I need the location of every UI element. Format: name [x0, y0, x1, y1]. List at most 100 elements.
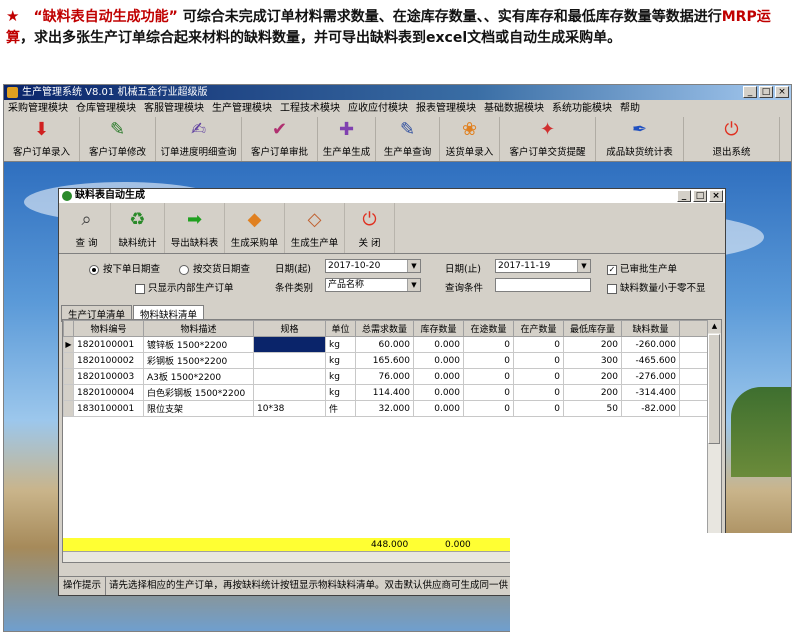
- cell-code[interactable]: 1820100002: [73, 352, 144, 369]
- cell-shortage[interactable]: -82.000: [621, 400, 680, 417]
- column-header[interactable]: 缺料数量: [621, 320, 680, 337]
- generate-purchase-button[interactable]: ◆ 生成采购单: [225, 203, 285, 253]
- menu-basic-data[interactable]: 基础数据模块: [480, 100, 548, 117]
- export-shortage-button[interactable]: ➡ 导出缺料表: [165, 203, 225, 253]
- delivery-entry-button[interactable]: ❀ 送货单录入: [440, 117, 500, 161]
- column-header[interactable]: 库存数量: [413, 320, 464, 337]
- maximize-button[interactable]: □: [759, 86, 773, 98]
- table-row[interactable]: ▶ 1820100001 镀锌板 1500*2200 kg 60.000 0.0…: [63, 336, 710, 353]
- delivery-reminder-button[interactable]: ✦ 客户订单交货提醒: [500, 117, 596, 161]
- cell-min-stock[interactable]: 200: [563, 368, 622, 385]
- cell-inprod[interactable]: 0: [513, 336, 564, 353]
- cell-unit[interactable]: 件: [325, 400, 356, 417]
- cell-shortage[interactable]: -465.600: [621, 352, 680, 369]
- cell-unit[interactable]: kg: [325, 368, 356, 385]
- hide-negative-checkbox[interactable]: 缺料数量小于零不显: [607, 280, 706, 294]
- cell-spec[interactable]: [253, 352, 326, 369]
- scroll-up-icon[interactable]: ▲: [708, 320, 721, 333]
- query-condition-input[interactable]: [495, 278, 591, 292]
- cell-transit[interactable]: 0: [463, 336, 514, 353]
- cell-desc[interactable]: 镀锌板 1500*2200: [143, 336, 254, 353]
- table-row[interactable]: 1820100002 彩钢板 1500*2200 kg 165.600 0.00…: [63, 352, 710, 369]
- shortage-stats-button[interactable]: ♻ 缺料统计: [111, 203, 165, 253]
- order-date-radio[interactable]: 按下单日期查: [89, 261, 160, 275]
- cell-demand[interactable]: 76.000: [355, 368, 414, 385]
- cell-min-stock[interactable]: 200: [563, 384, 622, 401]
- menu-reports[interactable]: 报表管理模块: [412, 100, 480, 117]
- generate-production-button[interactable]: ◇ 生成生产单: [285, 203, 345, 253]
- cell-code[interactable]: 1830100001: [73, 400, 144, 417]
- menu-production[interactable]: 生产管理模块: [208, 100, 276, 117]
- production-generate-button[interactable]: ✚ 生产单生成: [318, 117, 376, 161]
- cell-stock[interactable]: 0.000: [413, 336, 464, 353]
- cell-code[interactable]: 1820100004: [73, 384, 144, 401]
- cell-stock[interactable]: 0.000: [413, 352, 464, 369]
- cell-transit[interactable]: 0: [463, 400, 514, 417]
- exit-system-button[interactable]: ⏻ 退出系统: [684, 117, 780, 161]
- column-header[interactable]: 最低库存量: [563, 320, 622, 337]
- table-row[interactable]: 1830100001 限位支架 10*38 件 32.000 0.000 0 0…: [63, 400, 710, 417]
- order-edit-button[interactable]: ✎ 客户订单修改: [80, 117, 156, 161]
- internal-only-checkbox[interactable]: 只显示内部生产订单: [135, 280, 234, 294]
- column-header[interactable]: 在途数量: [463, 320, 514, 337]
- table-row[interactable]: 1820100004 白色彩钢板 1500*2200 kg 114.400 0.…: [63, 384, 710, 401]
- cell-demand[interactable]: 165.600: [355, 352, 414, 369]
- menu-purchase[interactable]: 采购管理模块: [4, 100, 72, 117]
- cell-stock[interactable]: 0.000: [413, 384, 464, 401]
- cell-unit[interactable]: kg: [325, 336, 356, 353]
- column-header[interactable]: 单位: [325, 320, 356, 337]
- cell-stock[interactable]: 0.000: [413, 400, 464, 417]
- cell-min-stock[interactable]: 200: [563, 336, 622, 353]
- column-header[interactable]: 总需求数量: [355, 320, 414, 337]
- scroll-thumb[interactable]: [708, 334, 720, 444]
- cell-min-stock[interactable]: 50: [563, 400, 622, 417]
- menu-help[interactable]: 帮助: [616, 100, 644, 117]
- date-to-field[interactable]: 2017-11-19 ▼: [495, 259, 591, 273]
- category-select[interactable]: 产品名称 ▼: [325, 278, 421, 292]
- cell-shortage[interactable]: -314.400: [621, 384, 680, 401]
- table-row[interactable]: 1820100003 A3板 1500*2200 kg 76.000 0.000…: [63, 368, 710, 385]
- cell-desc[interactable]: 限位支架: [143, 400, 254, 417]
- cell-spec[interactable]: [253, 368, 326, 385]
- menu-customer-service[interactable]: 客服管理模块: [140, 100, 208, 117]
- cell-inprod[interactable]: 0: [513, 368, 564, 385]
- stockout-stats-button[interactable]: ✒ 成品缺货统计表: [596, 117, 684, 161]
- cell-unit[interactable]: kg: [325, 352, 356, 369]
- production-query-button[interactable]: ✎ 生产单查询: [376, 117, 440, 161]
- cell-desc[interactable]: 彩钢板 1500*2200: [143, 352, 254, 369]
- menu-engineering[interactable]: 工程技术模块: [276, 100, 344, 117]
- cell-shortage[interactable]: -260.000: [621, 336, 680, 353]
- menu-warehouse[interactable]: 仓库管理模块: [72, 100, 140, 117]
- close-window-button[interactable]: ⏻ 关 闭: [345, 203, 395, 253]
- order-entry-button[interactable]: ⬇ 客户订单录入: [4, 117, 80, 161]
- cell-desc[interactable]: A3板 1500*2200: [143, 368, 254, 385]
- cell-transit[interactable]: 0: [463, 352, 514, 369]
- menu-system[interactable]: 系统功能模块: [548, 100, 616, 117]
- cell-unit[interactable]: kg: [325, 384, 356, 401]
- child-minimize-button[interactable]: _: [677, 190, 691, 202]
- cell-code[interactable]: 1820100001: [73, 336, 144, 353]
- column-header[interactable]: 物料描述: [143, 320, 254, 337]
- cell-spec[interactable]: [253, 384, 326, 401]
- cell-demand[interactable]: 32.000: [355, 400, 414, 417]
- menu-receivables[interactable]: 应收应付模块: [344, 100, 412, 117]
- cell-shortage[interactable]: -276.000: [621, 368, 680, 385]
- close-button[interactable]: ×: [775, 86, 789, 98]
- cell-stock[interactable]: 0.000: [413, 368, 464, 385]
- column-header[interactable]: 在产数量: [513, 320, 564, 337]
- cell-inprod[interactable]: 0: [513, 352, 564, 369]
- cell-demand[interactable]: 114.400: [355, 384, 414, 401]
- cell-spec[interactable]: 10*38: [253, 400, 326, 417]
- order-progress-button[interactable]: ✍ 订单进度明细查询: [156, 117, 242, 161]
- cell-inprod[interactable]: 0: [513, 384, 564, 401]
- cell-min-stock[interactable]: 300: [563, 352, 622, 369]
- cell-transit[interactable]: 0: [463, 368, 514, 385]
- cell-inprod[interactable]: 0: [513, 400, 564, 417]
- cell-spec-selected[interactable]: [253, 336, 326, 353]
- vertical-scrollbar[interactable]: ▲: [707, 320, 721, 560]
- delivery-date-radio[interactable]: 按交货日期查: [179, 261, 250, 275]
- cell-code[interactable]: 1820100003: [73, 368, 144, 385]
- query-button[interactable]: ⌕ 查 询: [63, 203, 111, 253]
- cell-desc[interactable]: 白色彩钢板 1500*2200: [143, 384, 254, 401]
- order-approve-button[interactable]: ✔ 客户订单审批: [242, 117, 318, 161]
